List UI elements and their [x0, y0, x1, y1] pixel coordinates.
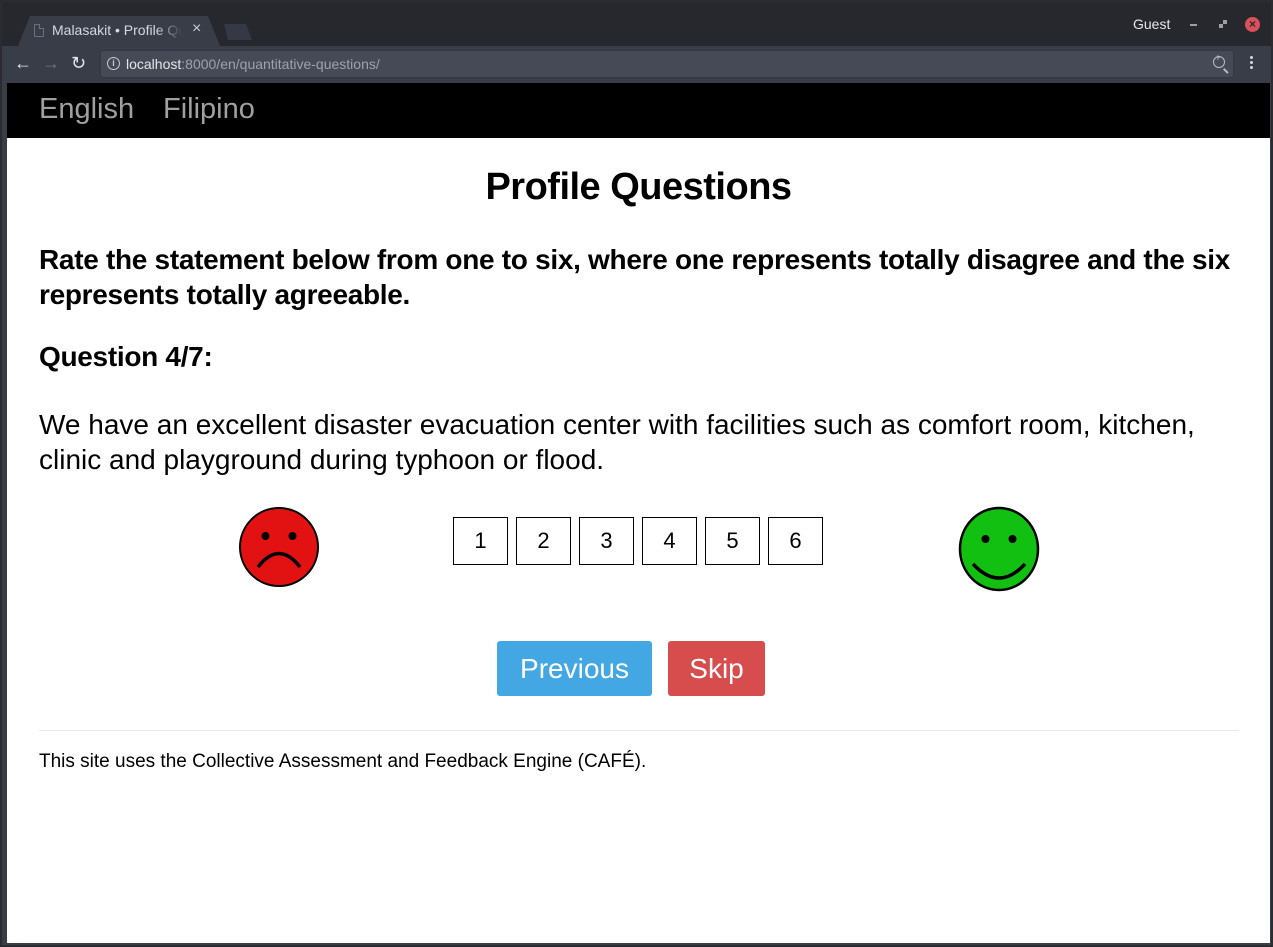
back-arrow-icon[interactable]: ← [14, 53, 32, 73]
tab-close-icon[interactable]: × [192, 20, 201, 38]
language-link-filipino[interactable]: Filipino [163, 93, 255, 126]
reload-icon[interactable]: ↻ [71, 53, 86, 73]
sad-face-icon [239, 507, 319, 587]
info-icon[interactable]: i [107, 57, 120, 70]
happy-face-icon [958, 506, 1040, 592]
rating-option-3[interactable]: 3 [579, 517, 634, 565]
forward-arrow-icon[interactable]: → [42, 53, 60, 73]
url-text[interactable]: localhost:8000/en/quantitative-questions… [126, 56, 380, 72]
rating-option-1[interactable]: 1 [453, 517, 508, 565]
browser-toolbar: ← → ↻ i localhost:8000/en/quantitative-q… [2, 46, 1271, 81]
minimize-icon[interactable] [1190, 24, 1197, 26]
instructions-text: Rate the statement below from one to six… [39, 244, 1231, 310]
footer-text: This site uses the Collective Assessment… [39, 751, 647, 772]
kebab-menu-icon[interactable] [1250, 56, 1254, 72]
rating-option-5[interactable]: 5 [705, 517, 760, 565]
question-text: We have an excellent disaster evacuation… [39, 409, 1195, 475]
previous-button[interactable]: Previous [497, 641, 652, 696]
footer-divider [39, 730, 1239, 731]
rating-option-4[interactable]: 4 [642, 517, 697, 565]
language-bar: English Filipino [7, 83, 1270, 138]
profile-label[interactable]: Guest [1133, 16, 1170, 32]
address-bar[interactable]: i localhost:8000/en/quantitative-questio… [100, 50, 1234, 78]
browser-tab[interactable]: Malasakit • Profile Questions × [18, 16, 220, 46]
window-close-icon[interactable]: × [1245, 17, 1260, 32]
zoom-icon[interactable] [1213, 53, 1225, 68]
tab-title: Malasakit • Profile Questions [52, 22, 182, 38]
language-link-english[interactable]: English [39, 93, 134, 126]
page-viewport: English Filipino Profile Questions Rate … [7, 83, 1270, 943]
question-actions: Previous Skip [497, 641, 765, 696]
url-host: localhost [126, 56, 182, 72]
page-icon [34, 24, 44, 37]
maximize-icon[interactable] [1219, 20, 1227, 28]
browser-window: Malasakit • Profile Questions × Guest × … [0, 0, 1273, 947]
question-counter: Question 4/7: [39, 341, 213, 372]
rating-option-6[interactable]: 6 [768, 517, 823, 565]
page-title: Profile Questions [485, 166, 792, 208]
rating-option-2[interactable]: 2 [516, 517, 571, 565]
rating-scale: 1 2 3 4 5 6 [453, 517, 823, 565]
title-bar: Malasakit • Profile Questions × Guest × [2, 2, 1271, 46]
new-tab-button[interactable] [224, 24, 252, 40]
skip-button[interactable]: Skip [668, 641, 765, 696]
url-path: :8000/en/quantitative-questions/ [181, 56, 380, 72]
